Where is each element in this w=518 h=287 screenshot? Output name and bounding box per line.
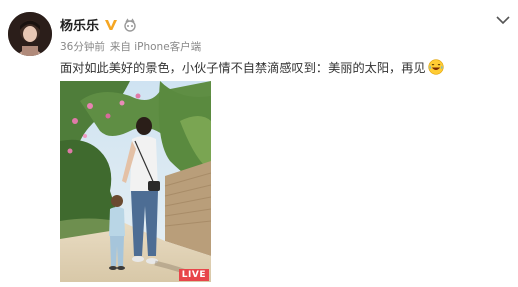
chevron-down-icon[interactable]	[495, 11, 511, 25]
author-header: 杨乐乐	[60, 14, 137, 34]
post-text: 面对如此美好的景色，小伙子情不自禁滴感叹到：美丽的太阳，再见	[60, 61, 426, 75]
post-content: 面对如此美好的景色，小伙子情不自禁滴感叹到：美丽的太阳，再见	[60, 58, 444, 76]
author-avatar[interactable]	[8, 12, 52, 56]
verified-v-icon[interactable]	[104, 17, 118, 31]
laugh-cry-emoji-icon	[428, 59, 444, 75]
post-meta: 36分钟前 来自 iPhone客户端	[60, 39, 201, 54]
post-time[interactable]: 36分钟前	[60, 39, 105, 54]
post-photo[interactable]: LIVE	[60, 81, 211, 282]
member-level-icon[interactable]	[123, 17, 137, 32]
live-photo-badge: LIVE	[178, 269, 209, 281]
author-name[interactable]: 杨乐乐	[60, 15, 99, 34]
post-source[interactable]: 来自 iPhone客户端	[110, 39, 201, 54]
weibo-post: 杨乐乐 36分钟前 来自 iPhone客户端 面对如此美好的景色，小伙子情不自禁…	[0, 0, 518, 287]
